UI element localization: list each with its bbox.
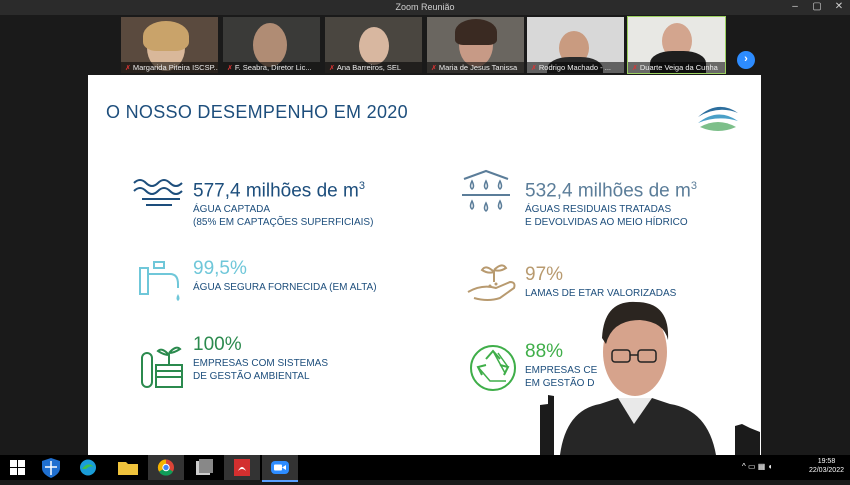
network-icon[interactable]: ▦	[758, 462, 766, 471]
taskbar-chrome[interactable]	[148, 455, 184, 480]
stat-sludge-valorized: 97% LAMAS DE ETAR VALORIZADAS	[525, 264, 676, 300]
tray-clock[interactable]: 19:58 22/03/2022	[809, 457, 844, 475]
plant-test-tube-icon	[141, 346, 183, 388]
participant-video	[253, 23, 287, 67]
participant-name: ✗ Duarte Veiga da Cunha	[628, 62, 725, 73]
stat-desc-line1: LAMAS DE ETAR VALORIZADAS	[525, 288, 677, 299]
stat-wastewater-treated: 532,4 milhões de m3 ÁGUAS RESIDUAIS TRAT…	[525, 176, 697, 229]
stat-water-captured: 577,4 milhões de m3 ÁGUA CAPTADA (85% EM…	[193, 176, 373, 229]
stat-value: 97%	[525, 264, 564, 285]
muted-mic-icon: ✗	[227, 65, 233, 72]
slide-title: O NOSSO DESEMPENHO EM 2020	[106, 102, 408, 122]
minimize-button[interactable]: –	[784, 0, 806, 15]
muted-mic-icon: ✗	[431, 65, 437, 72]
participant-tile[interactable]: ✗ Ana Barreiros, SEL	[325, 17, 422, 73]
stat-desc-line2: E DEVOLVIDAS AO MEIO HÍDRICO	[525, 217, 688, 229]
taskbar-zoom[interactable]	[262, 455, 298, 482]
participant-tile[interactable]: ✗ Margarida Piteira ISCSP...	[121, 17, 218, 73]
stat-desc-line2: (85% EM CAPTAÇÕES SUPERFICIAIS)	[193, 217, 374, 229]
close-button[interactable]: ✕	[828, 0, 850, 15]
presenter-video	[540, 301, 760, 455]
stat-value: 99,5%	[193, 258, 247, 279]
participant-name: ✗ Maria de Jesus Tanissa	[427, 62, 524, 73]
taskbar-file-explorer[interactable]	[110, 455, 146, 480]
tap-icon	[139, 261, 180, 301]
stat-environmental-systems: 100% EMPRESAS COM SISTEMAS DE GESTÃO AMB…	[193, 334, 328, 383]
windows-taskbar: ^ ▭ ▦ ◖ 19:58 22/03/2022	[0, 455, 850, 482]
participant-strip: ✗ Margarida Piteira ISCSP... ✗ F. Seabra, …	[0, 15, 850, 75]
volume-icon[interactable]: ◖	[768, 462, 773, 471]
stat-value: 100%	[193, 334, 242, 355]
participant-tile[interactable]: ✗ F. Seabra, Diretor Lic...	[223, 17, 320, 73]
participant-name: ✗ Ana Barreiros, SEL	[325, 62, 422, 73]
taskbar-edge[interactable]	[70, 455, 106, 480]
taskbar-acrobat[interactable]	[224, 455, 260, 480]
folder-icon	[118, 462, 138, 475]
participant-name: ✗ Margarida Piteira ISCSP...	[121, 62, 218, 73]
muted-mic-icon: ✗	[531, 65, 537, 72]
edge-icon	[80, 459, 96, 476]
participant-tile-active[interactable]: ✗ Duarte Veiga da Cunha	[627, 16, 726, 74]
water-treatment-icon	[462, 169, 510, 212]
tray-icons[interactable]: ^ ▭ ▦ ◖	[742, 462, 772, 471]
participant-name: ✗ Rodrigo Machado - ...	[527, 62, 624, 73]
pdf-icon	[234, 459, 250, 476]
stat-desc-line2: DE GESTÃO AMBIENTAL	[193, 371, 310, 382]
battery-icon[interactable]: ▭	[748, 462, 756, 471]
tray-date: 22/03/2022	[808, 467, 844, 474]
document-stack-icon	[196, 459, 213, 475]
stat-safe-water: 99,5% ÁGUA SEGURA FORNECIDA (EM ALTA)	[193, 258, 377, 294]
muted-mic-icon: ✗	[329, 65, 335, 72]
stat-value: 577,4 milhões de m3	[193, 180, 365, 202]
next-page-arrow-icon[interactable]: ›	[737, 51, 755, 69]
stat-desc-line1: EMPRESAS COM SISTEMAS	[193, 358, 329, 369]
stat-desc-line1: ÁGUAS RESIDUAIS TRATADAS	[525, 204, 672, 216]
participant-name: ✗ F. Seabra, Diretor Lic...	[223, 62, 320, 73]
hand-plant-icon	[467, 264, 516, 301]
windows-start-button[interactable]	[0, 455, 36, 480]
company-logo	[698, 106, 738, 131]
tray-time: 19:58	[817, 458, 836, 465]
taskbar-defender[interactable]	[33, 455, 69, 480]
window-title: Zoom Reunião	[395, 2, 455, 12]
stat-desc-line1: ÁGUA SEGURA FORNECIDA (EM ALTA)	[193, 282, 377, 293]
shield-icon	[42, 458, 60, 478]
maximize-button[interactable]: ▢	[806, 0, 828, 15]
zoom-camera-icon	[271, 461, 289, 474]
participant-hair	[455, 19, 497, 45]
waves-icon	[133, 179, 183, 206]
participant-tile[interactable]: ✗ Rodrigo Machado - ...	[527, 17, 624, 73]
muted-mic-icon: ✗	[632, 65, 638, 72]
chevron-up-icon[interactable]: ^	[742, 462, 746, 471]
windows-logo-icon	[10, 460, 25, 475]
taskbar-app[interactable]	[186, 455, 222, 480]
recycle-icon	[470, 345, 516, 391]
stat-desc-line1: ÁGUA CAPTADA	[193, 204, 271, 216]
muted-mic-icon: ✗	[125, 65, 131, 72]
stat-value: 532,4 milhões de m3	[525, 180, 697, 202]
participant-video	[359, 27, 389, 65]
zoom-title-bar: Zoom Reunião – ▢ ✕	[0, 0, 850, 15]
participant-hair	[143, 21, 189, 51]
chrome-icon	[157, 459, 174, 476]
participant-tile[interactable]: ✗ Maria de Jesus Tanissa	[427, 17, 524, 73]
